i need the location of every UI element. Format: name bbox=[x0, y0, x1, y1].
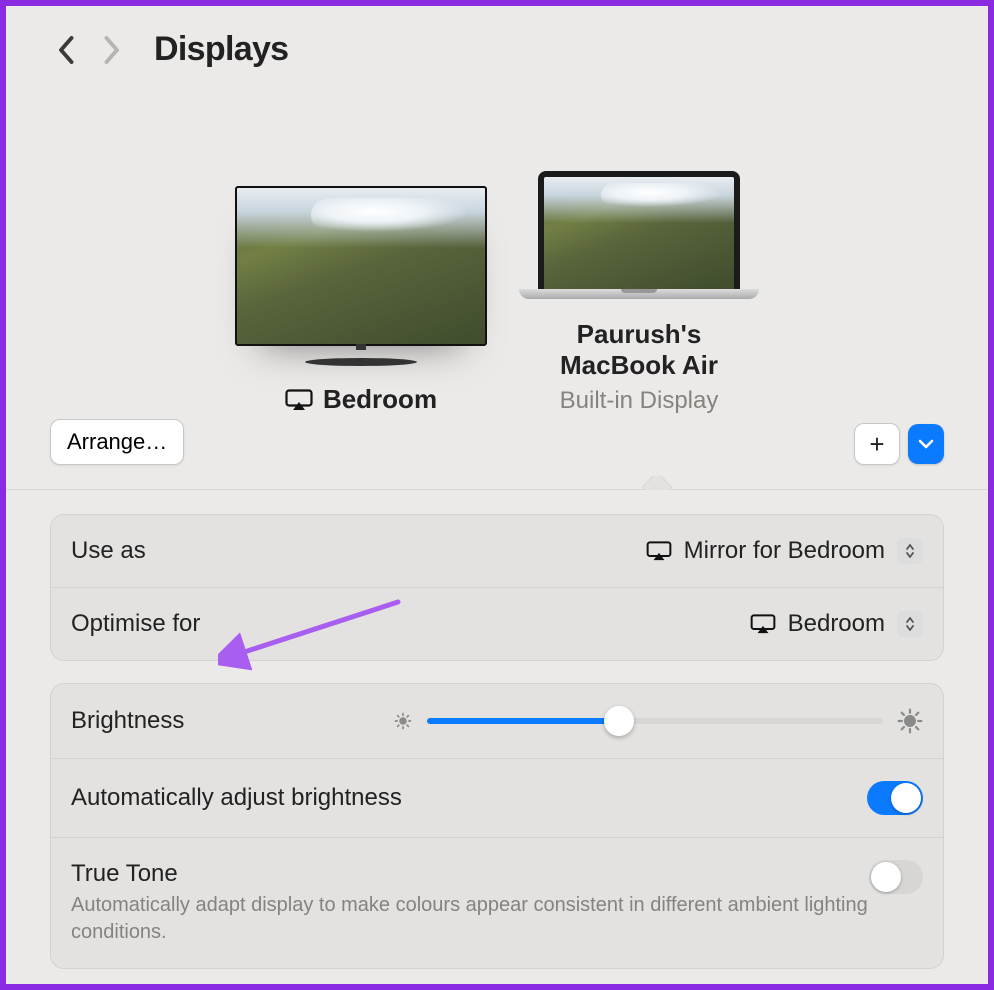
airplay-icon bbox=[285, 389, 313, 411]
laptop-thumbnail bbox=[519, 171, 759, 299]
add-display-button[interactable]: + bbox=[854, 423, 900, 465]
brightness-high-icon bbox=[897, 708, 923, 734]
airplay-icon bbox=[750, 614, 776, 634]
row-use-as: Use as Mirror for Bedroom bbox=[51, 515, 943, 587]
display-name-line2: MacBook Air bbox=[560, 350, 718, 381]
use-as-label: Use as bbox=[71, 537, 146, 565]
use-as-value: Mirror for Bedroom bbox=[684, 537, 885, 565]
use-as-select[interactable]: Mirror for Bedroom bbox=[646, 537, 923, 565]
true-tone-description: Automatically adapt display to make colo… bbox=[71, 892, 869, 946]
display-options-dropdown[interactable] bbox=[908, 424, 944, 464]
row-auto-brightness: Automatically adjust brightness bbox=[51, 758, 943, 837]
auto-brightness-label: Automatically adjust brightness bbox=[71, 784, 402, 812]
row-brightness: Brightness bbox=[51, 684, 943, 758]
optimise-for-label: Optimise for bbox=[71, 610, 200, 638]
row-optimise-for: Optimise for Bedroom bbox=[51, 587, 943, 660]
up-down-chevron-icon bbox=[897, 538, 923, 564]
up-down-chevron-icon bbox=[897, 611, 923, 637]
airplay-icon bbox=[646, 541, 672, 561]
back-button[interactable] bbox=[58, 35, 76, 65]
card-brightness: Brightness Automatically adjust brightne… bbox=[50, 683, 944, 969]
optimise-for-value: Bedroom bbox=[788, 610, 885, 638]
nav-arrows bbox=[58, 35, 120, 65]
header: Displays bbox=[6, 6, 988, 79]
arrange-button[interactable]: Arrange… bbox=[50, 419, 184, 465]
auto-brightness-toggle[interactable] bbox=[867, 781, 923, 815]
slider-thumb[interactable] bbox=[604, 706, 634, 736]
page-title: Displays bbox=[154, 30, 288, 69]
display-item-macbook[interactable]: Paurush's MacBook Air Built-in Display bbox=[519, 171, 759, 415]
true-tone-toggle[interactable] bbox=[869, 860, 923, 894]
brightness-slider[interactable] bbox=[427, 706, 883, 736]
display-subtitle: Built-in Display bbox=[560, 387, 719, 415]
display-item-bedroom[interactable]: Bedroom bbox=[235, 186, 487, 415]
forward-button[interactable] bbox=[102, 35, 120, 65]
display-name-line1: Paurush's bbox=[577, 319, 702, 350]
brightness-low-icon bbox=[393, 711, 413, 731]
optimise-for-select[interactable]: Bedroom bbox=[750, 610, 923, 638]
settings-panels: Use as Mirror for Bedroom Optimise for B… bbox=[6, 490, 988, 969]
chevron-down-icon bbox=[918, 437, 934, 451]
row-true-tone: True Tone Automatically adapt display to… bbox=[51, 837, 943, 968]
tv-thumbnail bbox=[235, 186, 487, 346]
display-picker: Bedroom Paurush's MacBook Air Built-in D… bbox=[6, 79, 988, 490]
true-tone-label: True Tone bbox=[71, 860, 869, 888]
plus-icon: + bbox=[869, 429, 884, 460]
tv-stand bbox=[305, 344, 417, 366]
brightness-label: Brightness bbox=[71, 707, 184, 735]
display-name-bedroom: Bedroom bbox=[323, 384, 437, 415]
card-mirroring: Use as Mirror for Bedroom Optimise for B… bbox=[50, 514, 944, 661]
selected-display-pointer bbox=[642, 476, 672, 490]
